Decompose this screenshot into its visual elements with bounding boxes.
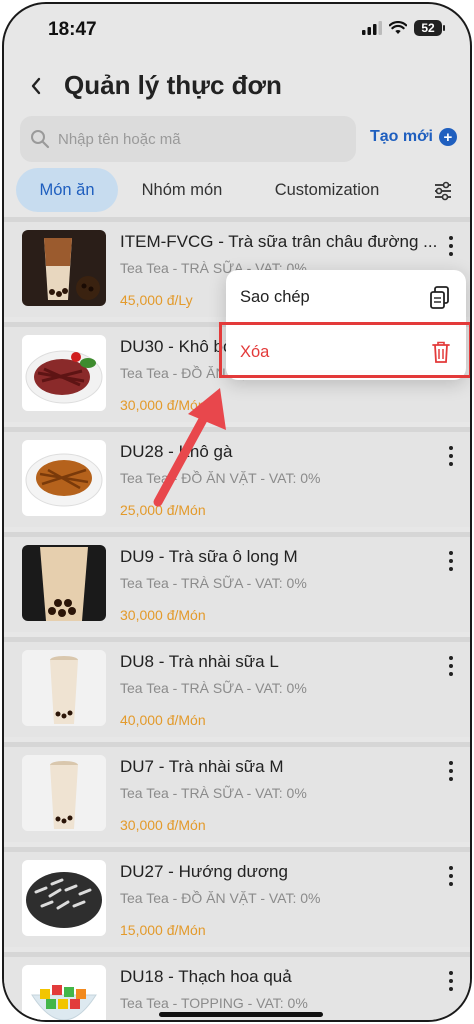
signal-icon: [362, 21, 382, 35]
item-image-jasmine-milk-tea: [22, 755, 106, 831]
annotation-arrow-icon: [153, 388, 226, 507]
tab-label: Nhóm món: [141, 180, 223, 199]
list-item[interactable]: DU9 - Trà sữa ô long M Tea Tea - TRÀ SỮA…: [4, 532, 470, 632]
battery-level: 52: [421, 21, 435, 35]
more-options-icon[interactable]: [446, 551, 456, 571]
copy-menu-item[interactable]: Sao chép: [226, 270, 466, 325]
copy-label: Sao chép: [240, 288, 310, 306]
status-icons: 52: [362, 20, 445, 36]
chevron-left-icon: [31, 77, 41, 95]
item-subtitle: Tea Tea - TRÀ SỮA - VAT: 0%: [120, 785, 307, 801]
item-image-fruit-jelly: [22, 965, 106, 1020]
item-price: 15,000 đ/Món: [120, 922, 206, 938]
item-image-jasmine-milk-tea: [22, 650, 106, 726]
more-options-icon[interactable]: [446, 866, 456, 886]
wifi-icon: [389, 21, 407, 34]
item-image-sunflower-seeds: [22, 860, 106, 936]
more-options-icon[interactable]: [446, 971, 456, 991]
search-input[interactable]: Nhập tên hoặc mã: [20, 116, 356, 162]
create-new-label: Tạo mới: [370, 128, 433, 145]
battery-icon: 52: [414, 20, 445, 36]
more-options-icon[interactable]: [446, 656, 456, 676]
item-price: 30,000 đ/Món: [120, 817, 206, 833]
copy-icon: [430, 286, 449, 309]
item-name: DU9 - Trà sữa ô long M: [120, 547, 298, 566]
filter-settings-icon[interactable]: [432, 180, 454, 202]
phone-screen: 18:47 52 Quản lý thực đơn Nhập tên hoặc …: [2, 2, 472, 1022]
item-subtitle: Tea Tea - TRÀ SỮA - VAT: 0%: [120, 575, 307, 591]
tab-label: Customization: [274, 180, 380, 199]
item-image-dried-chicken: [22, 440, 106, 516]
status-time: 18:47: [48, 19, 97, 40]
search-icon: [31, 130, 50, 149]
item-subtitle: Tea Tea - TOPPING - VAT: 0%: [120, 995, 308, 1011]
item-name: DU8 - Trà nhài sữa L: [120, 652, 279, 671]
annotation-highlight-box: [219, 322, 470, 378]
plus-circle-icon: +: [438, 128, 457, 146]
item-subtitle: Tea Tea - TRÀ SỮA - VAT: 0%: [120, 680, 307, 696]
more-options-icon[interactable]: [446, 761, 456, 781]
item-price: 40,000 đ/Món: [120, 712, 206, 728]
search-placeholder: Nhập tên hoặc mã: [58, 130, 181, 148]
create-new-button[interactable]: Tạo mới +: [370, 128, 457, 146]
list-item[interactable]: DU27 - Hướng dương Tea Tea - ĐỒ ĂN VẶT -…: [4, 847, 470, 947]
status-bar: 18:47 52: [4, 4, 470, 54]
more-options-icon[interactable]: [446, 236, 456, 256]
item-image-milk-tea: [22, 230, 106, 306]
item-name: ITEM-FVCG - Trà sữa trân châu đường ...: [120, 232, 438, 251]
back-button[interactable]: [24, 72, 48, 100]
home-indicator: [159, 1012, 323, 1017]
item-name: DU27 - Hướng dương: [120, 862, 288, 881]
tab-label: Món ăn: [39, 180, 95, 199]
page-title: Quản lý thực đơn: [64, 70, 282, 100]
item-subtitle: Tea Tea - ĐỒ ĂN VẶT - VAT: 0%: [120, 890, 321, 906]
list-item[interactable]: DU8 - Trà nhài sữa L Tea Tea - TRÀ SỮA -…: [4, 637, 470, 737]
item-price: 30,000 đ/Món: [120, 607, 206, 623]
more-options-icon[interactable]: [446, 446, 456, 466]
item-price: 45,000 đ/Ly: [120, 292, 193, 308]
tab-bar: Món ăn Nhóm món Customization: [4, 168, 470, 214]
tab-nhom-mon[interactable]: Nhóm món: [126, 168, 238, 212]
item-image-oolong-milk-tea: [22, 545, 106, 621]
tab-mon-an[interactable]: Món ăn: [16, 168, 118, 212]
item-name: DU18 - Thạch hoa quả: [120, 967, 292, 986]
tab-customization[interactable]: Customization: [256, 168, 398, 212]
list-item[interactable]: DU7 - Trà nhài sữa M Tea Tea - TRÀ SỮA -…: [4, 742, 470, 842]
item-name: DU7 - Trà nhài sữa M: [120, 757, 284, 776]
item-image-dried-beef: [22, 335, 106, 411]
header: Quản lý thực đơn: [4, 64, 470, 110]
